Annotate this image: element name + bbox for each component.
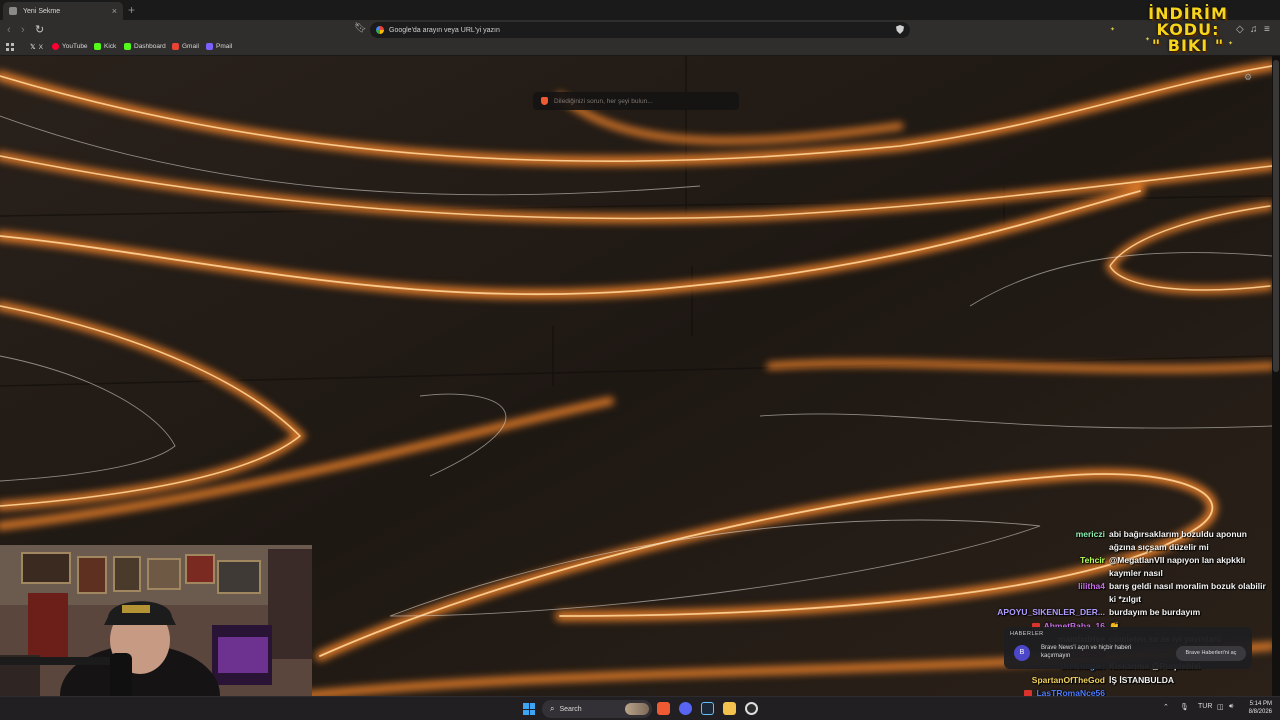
- chat-message-text: abi bağırsaklarım bozuldu aponun ağzına …: [1109, 529, 1247, 552]
- obs-icon[interactable]: [745, 702, 758, 715]
- windows-start-icon[interactable]: [523, 703, 535, 715]
- brave-browser-icon[interactable]: [657, 702, 670, 715]
- chat-username-text: Tehcir: [1080, 555, 1105, 565]
- promo-line-1: İNDİRİM KODU:: [1148, 4, 1228, 39]
- news-body: Brave News'i açın ve hiçbir haberi kaçır…: [1041, 645, 1132, 659]
- chat-username-text: SpartanOfTheGod: [1031, 675, 1105, 685]
- gear-icon[interactable]: ⚙: [1244, 72, 1252, 83]
- bookmark-label: Pmail: [216, 43, 233, 50]
- chat-message: Tehcir @MegatlanVII napıyon lan akpkklı k…: [986, 554, 1272, 580]
- x-logo-icon: 𝕏: [30, 44, 36, 51]
- gmail-icon: [172, 43, 179, 50]
- clock-time: 5:14 PM: [1249, 701, 1272, 707]
- taskbar-search[interactable]: ⌕ Search: [542, 700, 652, 718]
- chat-username[interactable]: Tehcir: [1080, 554, 1105, 567]
- bookmark-x[interactable]: 𝕏X: [30, 43, 43, 52]
- clock[interactable]: 5:14 PM 8/8/2026: [1240, 700, 1272, 716]
- scrollbar-thumb[interactable]: [1273, 60, 1279, 372]
- chat-message-text: barış geldi nasıl moralim bozuk olabilir…: [1109, 581, 1266, 604]
- bookmark-kick[interactable]: Kick: [94, 43, 116, 50]
- tab-new-tab[interactable]: Yeni Sekme ×: [3, 2, 123, 20]
- back-arrow-icon[interactable]: ‹: [7, 23, 11, 37]
- brave-shields-icon[interactable]: [896, 25, 904, 34]
- reload-icon[interactable]: ↻: [35, 23, 44, 37]
- chat-username-text: mericzi: [1075, 529, 1105, 539]
- brave-news-popup[interactable]: HABERLER B Brave News'i açın ve hiçbir h…: [1004, 627, 1252, 669]
- chat-message-text: @MegatlanVII napıyon lan akpkklı kaymler…: [1109, 555, 1246, 578]
- bookmark-page-icon[interactable]: 🔖︎: [354, 23, 367, 34]
- search-highlight-image: [625, 703, 649, 715]
- bookmarks-bar: 𝕏X YouTube Kick Dashboard Gmail Pmail: [0, 40, 1280, 56]
- stream-chat: mericzi abi bağırsaklarım bozuldu aponun …: [986, 526, 1272, 720]
- menu-icon[interactable]: ≡: [1264, 24, 1270, 35]
- webcam-image: [0, 545, 312, 720]
- microphone-icon[interactable]: 🎙︎: [1180, 703, 1189, 711]
- screen: { "browser": { "tab": { "title": "Yeni S…: [0, 0, 1280, 720]
- bookmark-label: X: [38, 43, 43, 51]
- volume-icon[interactable]: 🔊︎: [1229, 703, 1233, 711]
- chat-message: lilitha4 barış geldi nasıl moralim bozuk …: [986, 580, 1272, 606]
- chevron-up-icon[interactable]: ⌃: [1163, 703, 1169, 711]
- sparkle-icon: ✦: [1110, 27, 1116, 33]
- bookmark-label: YouTube: [62, 43, 88, 50]
- new-tab-button[interactable]: +: [128, 3, 135, 17]
- apps-grid-icon[interactable]: [6, 43, 14, 51]
- discord-icon[interactable]: [679, 702, 692, 715]
- bookmark-pmail[interactable]: Pmail: [206, 43, 232, 50]
- chat-username[interactable]: lilitha4: [1078, 580, 1105, 593]
- brave-news-icon: B: [1014, 645, 1030, 661]
- youtube-icon: [52, 43, 59, 50]
- network-icon[interactable]: ◫: [1217, 703, 1224, 711]
- chat-message-text: İŞ İSTANBULDA: [1109, 675, 1175, 685]
- kick-icon: [94, 43, 101, 50]
- bookmark-label: Dashboard: [134, 43, 166, 50]
- address-bar[interactable]: Google'da arayın veya URL'yi yazın: [370, 22, 910, 38]
- pmail-icon: [206, 43, 213, 50]
- chat-message-text: burdayım be burdayım: [1109, 607, 1201, 617]
- toolbar: ‹ › ↻ 🔖︎ Google'da arayın veya URL'yi ya…: [0, 20, 1280, 40]
- bookmark-gmail[interactable]: Gmail: [172, 43, 199, 50]
- bookmark-dashboard[interactable]: Dashboard: [124, 43, 166, 50]
- taskbar-search-label: Search: [559, 705, 582, 713]
- sparkle-icon: ✦: [1228, 41, 1234, 47]
- bookmark-youtube[interactable]: YouTube: [52, 43, 88, 50]
- bookmark-label: Kick: [104, 43, 117, 50]
- forward-arrow-icon[interactable]: ›: [21, 23, 25, 37]
- tab-title: Yeni Sekme: [23, 7, 61, 15]
- chat-username-text: APOYU_SIKENLER_DER...: [997, 607, 1105, 617]
- promo-code-overlay: İNDİRİM KODU: " BIKI ": [1118, 6, 1258, 54]
- google-icon: [376, 26, 384, 34]
- taskbar: ⌕ Search ⌃ 🎙︎ TUR ◫ 🔊︎ 5:14 PM 8/8/2026: [0, 696, 1280, 720]
- new-tab-search-placeholder: Dilediğinizi sorun, her şeyi bulun...: [554, 97, 653, 105]
- tab-favicon-icon: [9, 7, 17, 15]
- file-explorer-icon[interactable]: [723, 702, 736, 715]
- promo-line-2: " BIKI ": [1151, 36, 1225, 55]
- search-icon: ⌕: [550, 704, 555, 713]
- clock-date: 8/8/2026: [1248, 709, 1272, 715]
- new-tab-search-box[interactable]: Dilediğinizi sorun, her şeyi bulun...: [533, 92, 739, 110]
- brave-lion-icon: [541, 97, 548, 105]
- open-brave-news-button[interactable]: Brave Haberleri'ni aç: [1176, 646, 1246, 661]
- chat-username[interactable]: mericzi: [1076, 528, 1105, 541]
- webcam-overlay: [0, 545, 312, 720]
- language-indicator[interactable]: TUR: [1198, 703, 1212, 710]
- news-header: HABERLER: [1010, 631, 1044, 637]
- chat-username[interactable]: APOYU_SIKENLER_DER...: [997, 606, 1105, 619]
- chat-username[interactable]: SpartanOfTheGod: [1032, 674, 1105, 687]
- tab-strip: Yeni Sekme × +: [0, 0, 1280, 20]
- sparkle-icon: ✦: [1145, 37, 1151, 43]
- chat-message: mericzi abi bağırsaklarım bozuldu aponun …: [986, 528, 1272, 554]
- close-tab-icon[interactable]: ×: [112, 6, 117, 16]
- steam-icon[interactable]: [701, 702, 714, 715]
- bookmark-label: Gmail: [182, 43, 199, 50]
- address-placeholder: Google'da arayın veya URL'yi yazın: [389, 26, 500, 34]
- chat-username-text: lilitha4: [1078, 581, 1105, 591]
- kick-icon: [124, 43, 131, 50]
